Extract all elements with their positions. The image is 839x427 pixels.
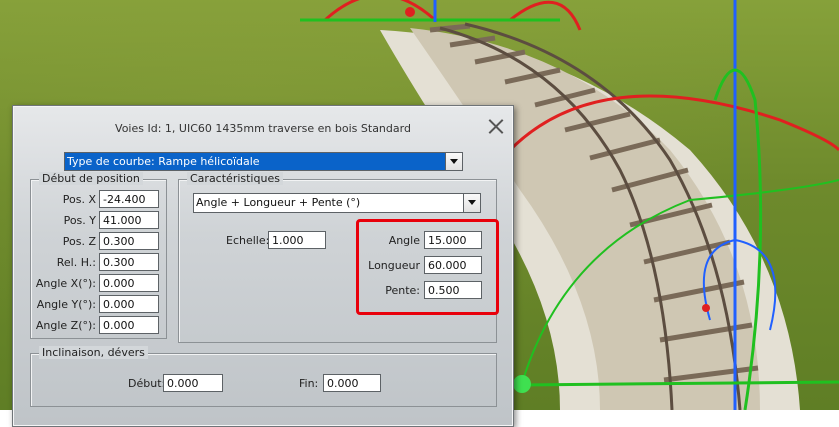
pos-z-label: Pos. Z xyxy=(62,235,96,248)
characteristics-legend: Caractéristiques xyxy=(187,172,283,185)
curve-type-select[interactable]: Type de courbe: Rampe hélicoïdale xyxy=(64,152,463,171)
chevron-down-icon[interactable] xyxy=(463,194,480,212)
curve-dialog: Voies Id: 1, UIC60 1435mm traverse en bo… xyxy=(12,105,514,427)
angle-z-field[interactable]: 0.000 xyxy=(99,316,159,334)
inclination-group: Inclinaison, dévers xyxy=(30,346,497,407)
gizmo-handle xyxy=(405,7,415,17)
curve-type-value: Type de courbe: Rampe hélicoïdale xyxy=(65,153,445,170)
dialog-title: Voies Id: 1, UIC60 1435mm traverse en bo… xyxy=(115,122,411,135)
start-field[interactable]: 0.000 xyxy=(163,374,223,392)
chevron-down-icon[interactable] xyxy=(445,153,462,170)
scale-field[interactable]: 1.000 xyxy=(268,231,326,249)
start-label: Début: xyxy=(128,377,166,390)
rel-h-label: Rel. H.: xyxy=(56,256,96,269)
angle-z-label: Angle Z(°): xyxy=(35,319,96,332)
gizmo-point-red xyxy=(702,304,710,312)
angle-x-label: Angle X(°): xyxy=(35,277,96,290)
pos-z-field[interactable]: 0.300 xyxy=(99,232,159,250)
gizmo-arc-red xyxy=(323,0,437,22)
angle-x-field[interactable]: 0.000 xyxy=(99,274,159,292)
end-field[interactable]: 0.000 xyxy=(323,374,381,392)
angle-y-label: Angle Y(°): xyxy=(36,298,96,311)
pos-y-field[interactable]: 41.000 xyxy=(99,211,159,229)
pos-y-label: Pos. Y xyxy=(63,214,96,227)
close-icon[interactable] xyxy=(488,118,504,134)
pos-x-field[interactable]: -24.400 xyxy=(99,190,159,208)
inclination-legend: Inclinaison, dévers xyxy=(39,346,148,359)
mode-select[interactable]: Angle + Longueur + Pente (°) xyxy=(193,193,481,213)
end-label: Fin: xyxy=(299,377,319,390)
mode-value: Angle + Longueur + Pente (°) xyxy=(196,196,361,209)
pos-x-label: Pos. X xyxy=(62,193,96,206)
gizmo-arc-red-right xyxy=(509,0,582,31)
scale-label: Echelle: xyxy=(226,234,270,247)
angle-y-field[interactable]: 0.000 xyxy=(99,295,159,313)
gizmo-sphere xyxy=(513,375,531,393)
rel-h-field[interactable]: 0.300 xyxy=(99,253,159,271)
highlight-box xyxy=(356,219,499,315)
position-legend: Début de position xyxy=(39,172,143,185)
